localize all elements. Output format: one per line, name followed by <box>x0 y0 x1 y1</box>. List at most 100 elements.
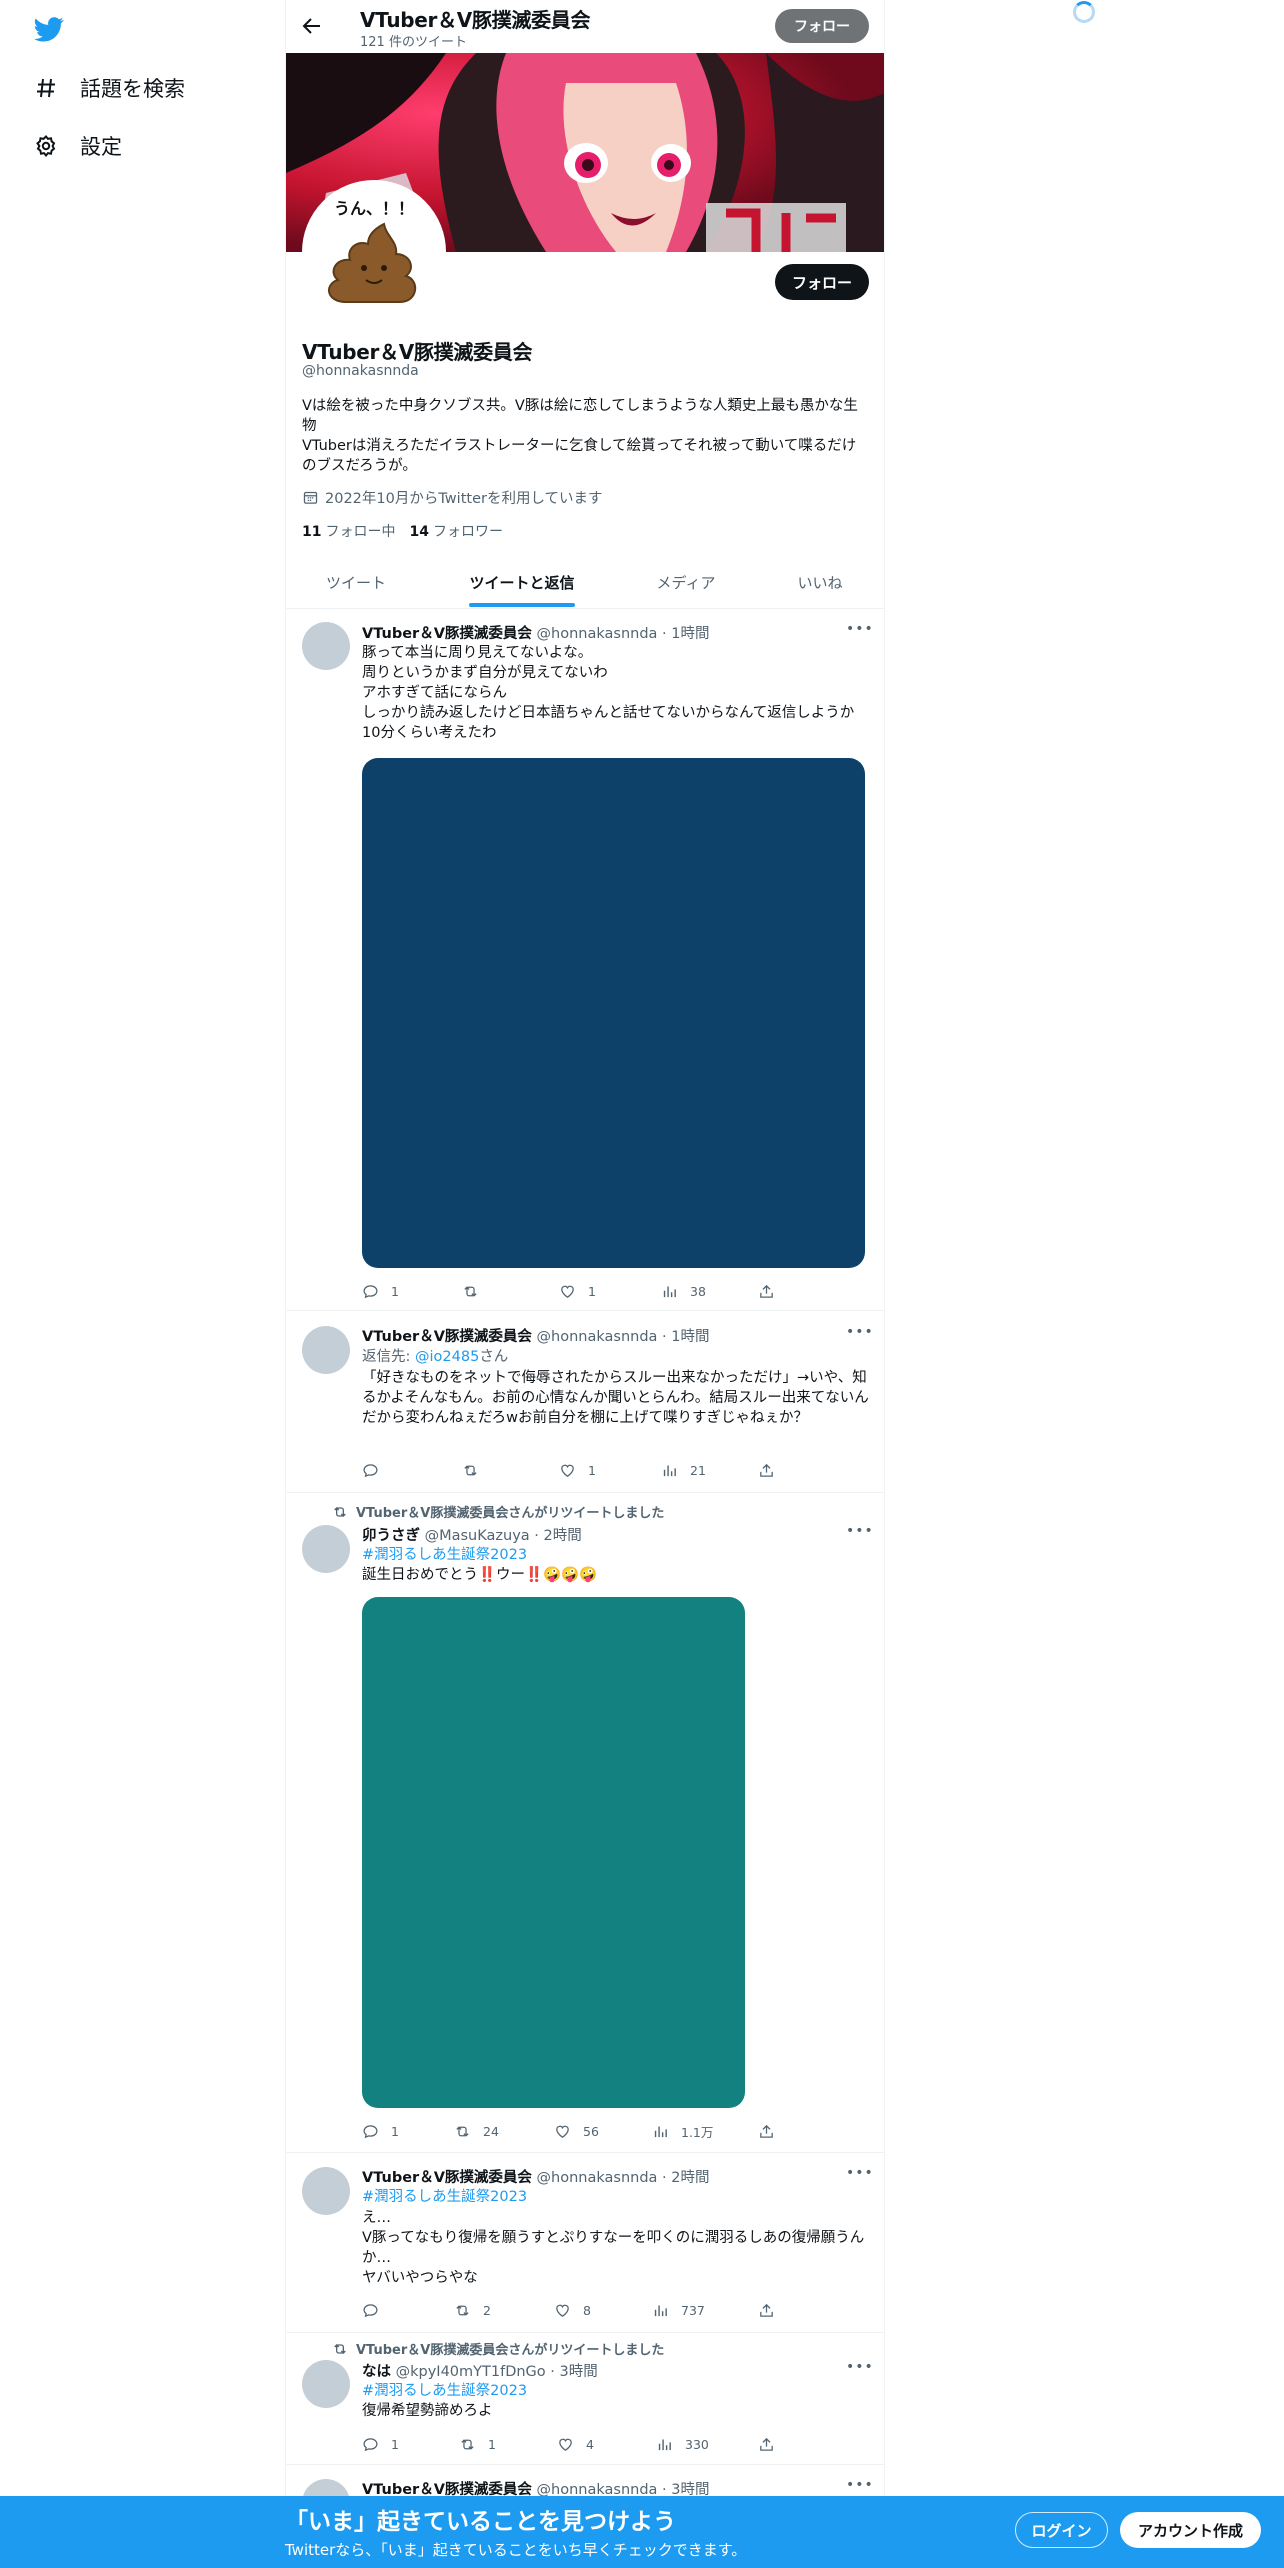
tweet-actions: 1 24 56 1.1万 <box>362 2121 782 2145</box>
following-count-link[interactable]: 11 フォロー中 <box>302 521 395 541</box>
tweet-time[interactable]: · 2時間 <box>534 1528 581 1544</box>
more-icon[interactable]: ••• <box>846 1523 874 1539</box>
reply-button[interactable] <box>362 2300 391 2320</box>
tweet-text-line: アホすぎて話にならん <box>362 685 507 701</box>
views-button[interactable]: 330 <box>656 2434 709 2454</box>
views-button[interactable]: 38 <box>661 1281 706 1301</box>
tab-media[interactable]: メディア <box>616 556 756 608</box>
tweet-avatar[interactable] <box>302 2167 350 2215</box>
sidebar-item-explore[interactable]: 話題を検索 <box>34 73 185 103</box>
hashtag-link[interactable]: #潤羽るしあ生誕祭2023 <box>362 1545 870 1565</box>
retweet-button[interactable]: 2 <box>454 2300 491 2320</box>
retweet-icon <box>456 2304 469 2316</box>
tweet-author-name[interactable]: VTuber＆V豚撲滅委員会 <box>362 2170 532 2186</box>
profile-avatar[interactable]: うん、！！ <box>302 180 446 324</box>
share-button[interactable] <box>758 2121 775 2141</box>
tweet-author-name[interactable]: 卯うさぎ <box>362 1528 420 1544</box>
reply-button[interactable] <box>362 1460 391 1480</box>
share-button[interactable] <box>758 1281 775 1301</box>
views-button[interactable]: 737 <box>652 2300 705 2320</box>
tweet-avatar[interactable] <box>302 1525 350 1573</box>
like-button[interactable]: 1 <box>559 1460 596 1480</box>
retweet-count: 1 <box>488 2436 496 2452</box>
share-button[interactable] <box>758 2434 775 2454</box>
tweet-time[interactable]: · 1時間 <box>662 1329 709 1345</box>
reply-button[interactable]: 1 <box>362 2434 399 2454</box>
retweet-button[interactable] <box>462 1460 491 1480</box>
reply-to-handle[interactable]: @io2485 <box>415 1349 479 1365</box>
like-button[interactable]: 1 <box>559 1281 596 1301</box>
active-tab-indicator <box>469 603 575 607</box>
retweet-button[interactable]: 24 <box>454 2121 499 2141</box>
tweet-time[interactable]: · 3時間 <box>550 2364 597 2380</box>
reply-button[interactable]: 1 <box>362 2121 399 2141</box>
tweet-time[interactable]: · 1時間 <box>662 626 709 642</box>
tweet-avatar[interactable] <box>302 622 350 670</box>
hashtag-link[interactable]: #潤羽るしあ生誕祭2023 <box>362 2381 870 2401</box>
tweet-handle[interactable]: @honnakasnnda <box>537 1329 658 1345</box>
like-button[interactable]: 56 <box>554 2121 599 2141</box>
joined-date: 2022年10月からTwitterを利用しています <box>302 487 603 508</box>
tweet-media[interactable] <box>362 758 865 1268</box>
views-chart-icon <box>658 2439 671 2450</box>
tweet-author-name[interactable]: VTuber＆V豚撲滅委員会 <box>362 626 532 642</box>
tweet-media[interactable] <box>362 1597 745 2108</box>
tab-tweets-and-replies[interactable]: ツイートと返信 <box>446 556 598 608</box>
tweet[interactable]: VTuber＆V豚撲滅委員会 @honnakasnnda · 2時間 ••• #… <box>286 2153 884 2333</box>
retweet-context-text[interactable]: VTuber＆V豚撲滅委員会さんがリツイートしました <box>356 2339 664 2358</box>
tweet[interactable]: VTuber＆V豚撲滅委員会 @honnakasnnda · 1時間 ••• 返… <box>286 1311 884 1493</box>
more-icon[interactable]: ••• <box>846 1324 874 1340</box>
retweet-count: 2 <box>483 2302 491 2318</box>
tweet-handle[interactable]: @kpyI40mYT1fDnGo <box>396 2364 546 2380</box>
hashtag-link[interactable]: #潤羽るしあ生誕祭2023 <box>362 2187 870 2207</box>
more-icon[interactable]: ••• <box>846 2359 874 2375</box>
tweet-time[interactable]: · 2時間 <box>662 2170 709 2186</box>
tweet-author-name[interactable]: なは <box>362 2364 391 2380</box>
tweet-handle[interactable]: @MasuKazuya <box>425 1528 530 1544</box>
tweet[interactable]: VTuber＆V豚撲滅委員会さんがリツイートしました 卯うさぎ @MasuKaz… <box>286 1493 884 2153</box>
tab-likes[interactable]: いいね <box>756 556 884 608</box>
back-arrow-icon[interactable] <box>300 14 324 38</box>
share-button[interactable] <box>758 2300 775 2320</box>
header-follow-button[interactable]: フォロー <box>775 9 869 43</box>
tweet-author-line: VTuber＆V豚撲滅委員会 @honnakasnnda · 1時間 <box>362 622 710 643</box>
profile-handle: @honnakasnnda <box>302 363 419 379</box>
views-button[interactable]: 21 <box>661 1460 706 1480</box>
tweet[interactable]: VTuber＆V豚撲滅委員会さんがリツイートしました なは @kpyI40mYT… <box>286 2333 884 2465</box>
retweet-button[interactable]: 1 <box>459 2434 496 2454</box>
follow-button[interactable]: フォロー <box>775 264 869 300</box>
twitter-logo-icon[interactable] <box>32 14 66 44</box>
like-button[interactable]: 4 <box>557 2434 594 2454</box>
retweet-button[interactable] <box>462 1281 491 1301</box>
login-button[interactable]: ログイン <box>1015 2512 1108 2548</box>
more-icon[interactable]: ••• <box>846 621 874 637</box>
more-icon[interactable]: ••• <box>846 2477 874 2493</box>
following-label: フォロー中 <box>325 524 396 540</box>
tweet[interactable]: VTuber＆V豚撲滅委員会 @honnakasnnda · 1時間 ••• 豚… <box>286 609 884 1311</box>
create-account-button[interactable]: アカウント作成 <box>1120 2512 1261 2548</box>
followers-label: フォロワー <box>432 524 503 540</box>
reply-icon <box>363 2303 378 2317</box>
views-button[interactable]: 1.1万 <box>652 2121 713 2141</box>
tweet-handle[interactable]: @honnakasnnda <box>537 626 658 642</box>
like-count: 4 <box>586 2436 594 2452</box>
tweet-handle[interactable]: @honnakasnnda <box>537 2170 658 2186</box>
sidebar-item-settings[interactable]: 設定 <box>34 131 122 161</box>
tab-tweets[interactable]: ツイート <box>286 556 426 608</box>
profile-bio: Vは絵を被った中身クソブス共。V豚は絵に恋してしまうような人類史上最も愚かな生物… <box>302 396 868 476</box>
tweet-avatar[interactable] <box>302 1326 350 1374</box>
heart-icon <box>561 1285 574 1298</box>
followers-count-link[interactable]: 14 フォロワー <box>409 521 502 541</box>
retweet-icon <box>464 1285 477 1297</box>
share-button[interactable] <box>758 1460 775 1480</box>
like-button[interactable]: 8 <box>554 2300 591 2320</box>
retweet-context-text[interactable]: VTuber＆V豚撲滅委員会さんがリツイートしました <box>356 1502 664 1521</box>
tweet-avatar[interactable] <box>302 2360 350 2408</box>
reply-button[interactable]: 1 <box>362 1281 399 1301</box>
reply-icon <box>363 2437 378 2451</box>
retweet-icon <box>461 2438 474 2450</box>
retweet-icon <box>334 2343 346 2354</box>
tweet-author-name[interactable]: VTuber＆V豚撲滅委員会 <box>362 1329 532 1345</box>
more-icon[interactable]: ••• <box>846 2165 874 2181</box>
views-count: 1.1万 <box>681 2124 714 2140</box>
